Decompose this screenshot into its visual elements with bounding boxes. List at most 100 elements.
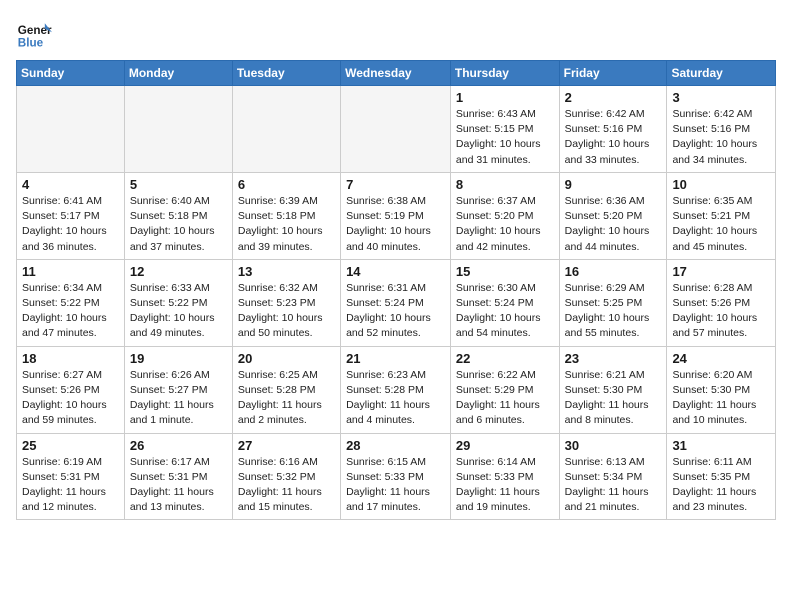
cell-content: Sunrise: 6:23 AM Sunset: 5:28 PM Dayligh…: [346, 368, 445, 429]
day-number: 29: [456, 438, 554, 453]
day-number: 24: [672, 351, 770, 366]
weekday-header-sunday: Sunday: [17, 61, 125, 86]
calendar-cell: 20Sunrise: 6:25 AM Sunset: 5:28 PM Dayli…: [232, 346, 340, 433]
day-number: 11: [22, 264, 119, 279]
calendar-cell: 2 Sunrise: 6:42 AM Sunset: 5:16 PM Daylig…: [559, 86, 667, 173]
day-number: 16: [565, 264, 662, 279]
cell-content: Sunrise: 6:22 AM Sunset: 5:29 PM Dayligh…: [456, 368, 554, 429]
weekday-header-friday: Friday: [559, 61, 667, 86]
cell-content: Sunrise: 6:39 AM Sunset: 5:18 PM Dayligh…: [238, 194, 335, 255]
calendar-cell: 8Sunrise: 6:37 AM Sunset: 5:20 PM Daylig…: [450, 172, 559, 259]
calendar-cell: 15Sunrise: 6:30 AM Sunset: 5:24 PM Dayli…: [450, 259, 559, 346]
cell-content: Sunrise: 6:20 AM Sunset: 5:30 PM Dayligh…: [672, 368, 770, 429]
day-number: 10: [672, 177, 770, 192]
cell-content: Sunrise: 6:21 AM Sunset: 5:30 PM Dayligh…: [565, 368, 662, 429]
day-number: 6: [238, 177, 335, 192]
weekday-header-wednesday: Wednesday: [341, 61, 451, 86]
svg-text:Blue: Blue: [18, 37, 44, 50]
calendar-cell: 21 Sunrise: 6:23 AM Sunset: 5:28 PM Dayli…: [341, 346, 451, 433]
calendar-cell: [341, 86, 451, 173]
week-row-5: 25 Sunrise: 6:19 AM Sunset: 5:31 PM Dayli…: [17, 433, 776, 520]
calendar-cell: 5Sunrise: 6:40 AM Sunset: 5:18 PM Daylig…: [124, 172, 232, 259]
day-number: 13: [238, 264, 335, 279]
day-number: 26: [130, 438, 227, 453]
day-number: 30: [565, 438, 662, 453]
day-number: 21: [346, 351, 445, 366]
logo: General Blue: [16, 16, 52, 52]
day-number: 28: [346, 438, 445, 453]
cell-content: Sunrise: 6:29 AM Sunset: 5:25 PM Dayligh…: [565, 281, 662, 342]
cell-content: Sunrise: 6:17 AM Sunset: 5:31 PM Dayligh…: [130, 455, 227, 516]
day-number: 17: [672, 264, 770, 279]
day-number: 27: [238, 438, 335, 453]
day-number: 5: [130, 177, 227, 192]
cell-content: Sunrise: 6:26 AM Sunset: 5:27 PM Dayligh…: [130, 368, 227, 429]
week-row-2: 4 Sunrise: 6:41 AM Sunset: 5:17 PM Daylig…: [17, 172, 776, 259]
logo-icon: General Blue: [16, 16, 52, 52]
cell-content: Sunrise: 6:33 AM Sunset: 5:22 PM Dayligh…: [130, 281, 227, 342]
calendar-cell: 13 Sunrise: 6:32 AM Sunset: 5:23 PM Dayli…: [232, 259, 340, 346]
calendar-cell: 1 Sunrise: 6:43 AM Sunset: 5:15 PM Daylig…: [450, 86, 559, 173]
day-number: 22: [456, 351, 554, 366]
calendar-cell: 23Sunrise: 6:21 AM Sunset: 5:30 PM Dayli…: [559, 346, 667, 433]
day-number: 19: [130, 351, 227, 366]
cell-content: Sunrise: 6:16 AM Sunset: 5:32 PM Dayligh…: [238, 455, 335, 516]
week-row-3: 11 Sunrise: 6:34 AM Sunset: 5:22 PM Dayli…: [17, 259, 776, 346]
cell-content: Sunrise: 6:13 AM Sunset: 5:34 PM Dayligh…: [565, 455, 662, 516]
calendar-cell: 9 Sunrise: 6:36 AM Sunset: 5:20 PM Daylig…: [559, 172, 667, 259]
cell-content: Sunrise: 6:14 AM Sunset: 5:33 PM Dayligh…: [456, 455, 554, 516]
cell-content: Sunrise: 6:19 AM Sunset: 5:31 PM Dayligh…: [22, 455, 119, 516]
day-number: 31: [672, 438, 770, 453]
day-number: 9: [565, 177, 662, 192]
page-header: General Blue: [16, 16, 776, 52]
cell-content: Sunrise: 6:31 AM Sunset: 5:24 PM Dayligh…: [346, 281, 445, 342]
cell-content: Sunrise: 6:42 AM Sunset: 5:16 PM Dayligh…: [565, 107, 662, 168]
day-number: 25: [22, 438, 119, 453]
cell-content: Sunrise: 6:41 AM Sunset: 5:17 PM Dayligh…: [22, 194, 119, 255]
calendar-cell: [232, 86, 340, 173]
calendar-cell: 7 Sunrise: 6:38 AM Sunset: 5:19 PM Daylig…: [341, 172, 451, 259]
calendar-cell: 3 Sunrise: 6:42 AM Sunset: 5:16 PM Daylig…: [667, 86, 776, 173]
day-number: 1: [456, 90, 554, 105]
day-number: 18: [22, 351, 119, 366]
day-number: 8: [456, 177, 554, 192]
calendar-cell: 6 Sunrise: 6:39 AM Sunset: 5:18 PM Daylig…: [232, 172, 340, 259]
calendar-cell: 17 Sunrise: 6:28 AM Sunset: 5:26 PM Dayli…: [667, 259, 776, 346]
calendar-cell: 11 Sunrise: 6:34 AM Sunset: 5:22 PM Dayli…: [17, 259, 125, 346]
calendar-cell: 28 Sunrise: 6:15 AM Sunset: 5:33 PM Dayli…: [341, 433, 451, 520]
day-number: 4: [22, 177, 119, 192]
calendar-cell: 14 Sunrise: 6:31 AM Sunset: 5:24 PM Dayli…: [341, 259, 451, 346]
weekday-header-saturday: Saturday: [667, 61, 776, 86]
calendar-cell: [17, 86, 125, 173]
day-number: 2: [565, 90, 662, 105]
calendar-cell: 24 Sunrise: 6:20 AM Sunset: 5:30 PM Dayli…: [667, 346, 776, 433]
calendar-table: SundayMondayTuesdayWednesdayThursdayFrid…: [16, 60, 776, 520]
cell-content: Sunrise: 6:11 AM Sunset: 5:35 PM Dayligh…: [672, 455, 770, 516]
calendar-cell: 19 Sunrise: 6:26 AM Sunset: 5:27 PM Dayli…: [124, 346, 232, 433]
calendar-cell: 31 Sunrise: 6:11 AM Sunset: 5:35 PM Dayli…: [667, 433, 776, 520]
day-number: 15: [456, 264, 554, 279]
day-number: 12: [130, 264, 227, 279]
cell-content: Sunrise: 6:34 AM Sunset: 5:22 PM Dayligh…: [22, 281, 119, 342]
week-row-4: 18Sunrise: 6:27 AM Sunset: 5:26 PM Dayli…: [17, 346, 776, 433]
cell-content: Sunrise: 6:15 AM Sunset: 5:33 PM Dayligh…: [346, 455, 445, 516]
week-row-1: 1 Sunrise: 6:43 AM Sunset: 5:15 PM Daylig…: [17, 86, 776, 173]
cell-content: Sunrise: 6:38 AM Sunset: 5:19 PM Dayligh…: [346, 194, 445, 255]
calendar-cell: 29 Sunrise: 6:14 AM Sunset: 5:33 PM Dayli…: [450, 433, 559, 520]
calendar-cell: 12 Sunrise: 6:33 AM Sunset: 5:22 PM Dayli…: [124, 259, 232, 346]
calendar-cell: 26 Sunrise: 6:17 AM Sunset: 5:31 PM Dayli…: [124, 433, 232, 520]
cell-content: Sunrise: 6:25 AM Sunset: 5:28 PM Dayligh…: [238, 368, 335, 429]
cell-content: Sunrise: 6:43 AM Sunset: 5:15 PM Dayligh…: [456, 107, 554, 168]
day-number: 3: [672, 90, 770, 105]
cell-content: Sunrise: 6:32 AM Sunset: 5:23 PM Dayligh…: [238, 281, 335, 342]
cell-content: Sunrise: 6:42 AM Sunset: 5:16 PM Dayligh…: [672, 107, 770, 168]
calendar-cell: [124, 86, 232, 173]
day-number: 14: [346, 264, 445, 279]
cell-content: Sunrise: 6:28 AM Sunset: 5:26 PM Dayligh…: [672, 281, 770, 342]
calendar-cell: 18Sunrise: 6:27 AM Sunset: 5:26 PM Dayli…: [17, 346, 125, 433]
day-number: 7: [346, 177, 445, 192]
calendar-cell: 10Sunrise: 6:35 AM Sunset: 5:21 PM Dayli…: [667, 172, 776, 259]
weekday-header-tuesday: Tuesday: [232, 61, 340, 86]
cell-content: Sunrise: 6:36 AM Sunset: 5:20 PM Dayligh…: [565, 194, 662, 255]
weekday-header-row: SundayMondayTuesdayWednesdayThursdayFrid…: [17, 61, 776, 86]
